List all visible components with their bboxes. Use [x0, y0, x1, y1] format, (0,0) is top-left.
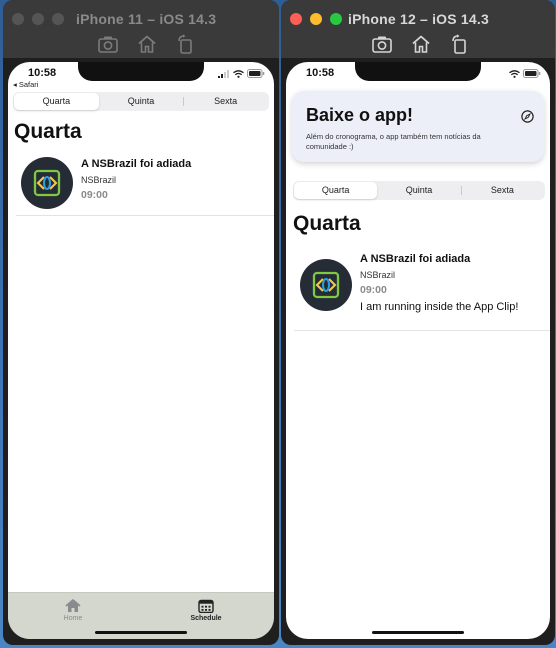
phone-screen: 10:58 Baixe o app! Além do cronograma, o…	[286, 62, 550, 639]
event-time: 09:00	[81, 189, 108, 201]
segment-quinta[interactable]: Quinta	[377, 182, 460, 199]
day-picker: Quarta Quinta Sexta	[13, 92, 269, 111]
zoom-button[interactable]	[330, 13, 342, 25]
event-row[interactable]: A NSBrazil foi adiada NSBrazil 09:00 I a…	[300, 252, 518, 314]
nsbrazil-logo-icon	[21, 157, 73, 209]
day-heading: Quarta	[293, 212, 361, 235]
segment-quarta[interactable]: Quarta	[294, 182, 378, 199]
window-controls	[12, 13, 64, 25]
simulator-toolbar	[97, 34, 197, 54]
phone-screen: 10:58 ◂ Safari Quarta Quinta Sexta Quart…	[8, 62, 274, 639]
segment-sexta[interactable]: Sexta	[183, 93, 268, 110]
rotate-icon[interactable]	[449, 34, 471, 54]
event-info: A NSBrazil foi adiada NSBrazil 09:00 I a…	[360, 252, 518, 314]
day-picker: Quarta Quinta Sexta	[293, 181, 545, 200]
screenshot-icon[interactable]	[371, 34, 393, 54]
screenshot-icon[interactable]	[97, 34, 119, 54]
home-indicator[interactable]	[95, 631, 187, 634]
window-title: iPhone 12 – iOS 14.3	[348, 11, 489, 27]
event-time: 09:00	[360, 284, 387, 296]
event-title: A NSBrazil foi adiada	[360, 253, 471, 265]
app-clip-banner[interactable]: Baixe o app! Além do cronograma, o app t…	[292, 91, 544, 162]
row-separator	[16, 215, 274, 216]
signal-icon	[218, 69, 229, 78]
row-separator	[294, 330, 550, 331]
title-bar[interactable]: iPhone 11 – iOS 14.3	[3, 0, 279, 58]
house-icon	[65, 599, 81, 612]
notch	[355, 62, 481, 81]
home-indicator[interactable]	[372, 631, 464, 634]
wifi-icon	[509, 69, 520, 78]
window-title: iPhone 11 – iOS 14.3	[76, 11, 217, 27]
close-button[interactable]	[12, 13, 24, 25]
calendar-icon	[198, 599, 214, 613]
back-to-safari-link[interactable]: ◂ Safari	[13, 80, 38, 89]
event-author: NSBrazil	[360, 270, 396, 280]
tab-label-home: Home	[63, 615, 83, 622]
tab-label-schedule: Schedule	[190, 615, 222, 622]
segment-quarta[interactable]: Quarta	[14, 93, 99, 110]
nsbrazil-logo-icon	[300, 259, 352, 311]
status-time: 10:58	[306, 67, 335, 79]
status-icons	[218, 69, 265, 78]
banner-text: Além do cronograma, o app também tem not…	[306, 132, 481, 151]
wifi-icon	[233, 69, 244, 78]
event-title: A NSBrazil foi adiada	[81, 158, 192, 170]
simulator-window-iphone-12: iPhone 12 – iOS 14.3 10:58 Baixe o app! …	[281, 0, 555, 645]
event-info: A NSBrazil foi adiada NSBrazil 09:00	[81, 157, 191, 209]
window-controls	[290, 13, 342, 25]
title-bar[interactable]: iPhone 12 – iOS 14.3	[281, 0, 555, 58]
close-button[interactable]	[290, 13, 302, 25]
simulator-window-iphone-11: iPhone 11 – iOS 14.3 10:58 ◂ Safari Quar…	[3, 0, 279, 645]
rotate-icon[interactable]	[175, 34, 197, 54]
battery-icon	[247, 69, 265, 78]
minimize-button[interactable]	[32, 13, 44, 25]
banner-title: Baixe o app!	[306, 105, 414, 125]
battery-icon	[523, 69, 541, 78]
notch	[78, 62, 204, 81]
minimize-button[interactable]	[310, 13, 322, 25]
event-note: I am running inside the App Clip!	[360, 301, 519, 313]
simulator-toolbar	[371, 34, 471, 54]
tab-schedule[interactable]: Schedule	[176, 599, 236, 622]
home-icon[interactable]	[410, 34, 432, 54]
event-row[interactable]: A NSBrazil foi adiada NSBrazil 09:00	[21, 157, 191, 209]
home-icon[interactable]	[136, 34, 158, 54]
day-heading: Quarta	[14, 120, 82, 143]
status-icons	[509, 69, 541, 78]
event-author: NSBrazil	[81, 175, 117, 185]
tab-home[interactable]: Home	[43, 599, 103, 622]
segment-quinta[interactable]: Quinta	[99, 93, 184, 110]
segment-sexta[interactable]: Sexta	[460, 182, 544, 199]
status-time: 10:58	[28, 67, 57, 79]
zoom-button[interactable]	[52, 13, 64, 25]
compass-icon[interactable]	[521, 110, 534, 123]
